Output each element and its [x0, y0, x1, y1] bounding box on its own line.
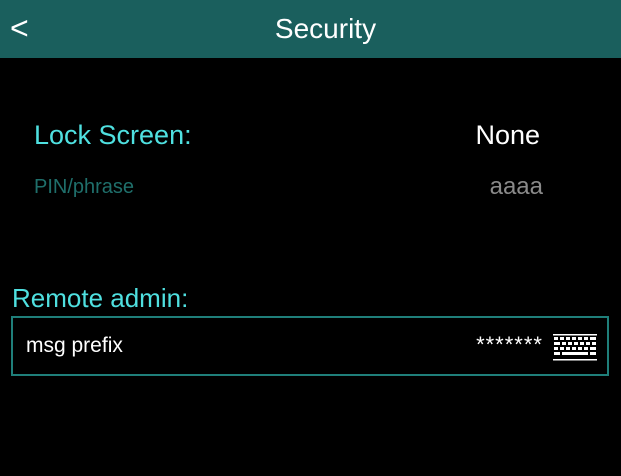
page-title: Security — [274, 13, 377, 44]
msg-prefix-value: ******* — [476, 332, 543, 357]
remote-admin-label: Remote admin: — [12, 283, 189, 313]
lock-screen-label: Lock Screen: — [34, 120, 192, 150]
pin-phrase-value: aaaa — [489, 173, 543, 200]
msg-prefix-label: msg prefix — [26, 334, 123, 357]
lock-screen-value[interactable]: None — [475, 120, 540, 151]
pin-phrase-label: PIN/phrase — [34, 176, 135, 198]
msg-prefix-row[interactable]: msg prefix ******* — [11, 316, 609, 376]
keyboard-icon[interactable] — [551, 331, 599, 363]
header-bar: < Security — [0, 0, 621, 58]
